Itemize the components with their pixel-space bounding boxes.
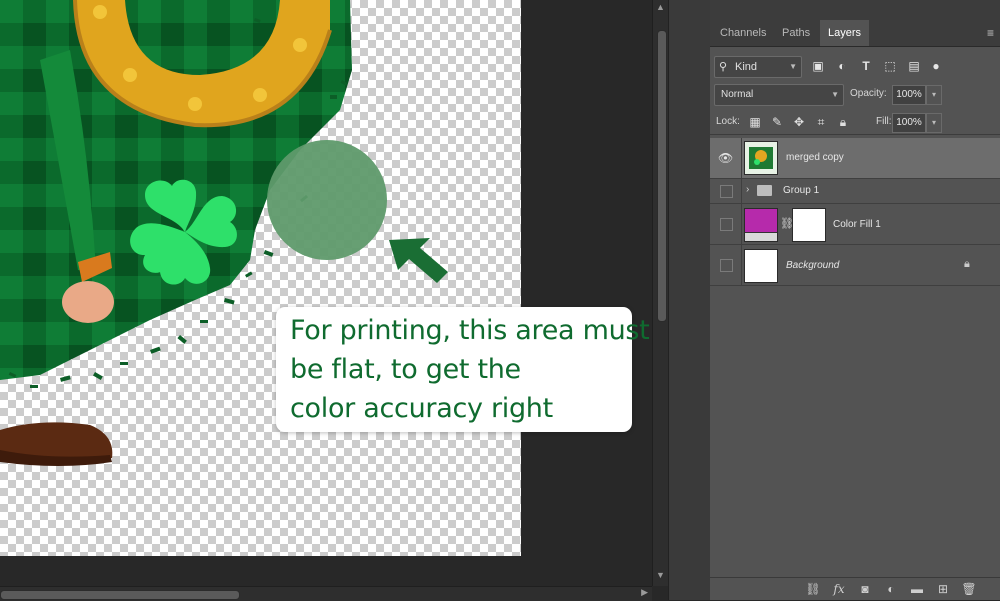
horizontal-scrollbar[interactable]: ▶ bbox=[0, 586, 652, 601]
layer-thumbnail bbox=[744, 141, 778, 175]
filter-kind-select[interactable]: ⚲ Kind ▼ bbox=[714, 56, 802, 78]
lock-all-icon[interactable]: 🔒︎ bbox=[836, 113, 850, 131]
flat-color-circle bbox=[267, 140, 387, 260]
fx-icon[interactable]: fx bbox=[830, 580, 848, 598]
vertical-scrollbar[interactable]: ▲ ▼ bbox=[652, 0, 669, 586]
lock-image-icon[interactable]: ✎ bbox=[770, 113, 784, 131]
add-mask-icon[interactable]: ◙ bbox=[856, 580, 874, 598]
layer-name: merged copy bbox=[786, 152, 844, 163]
blend-mode-select[interactable]: Normal ▼ bbox=[714, 84, 844, 106]
layer-row-color-fill-1[interactable]: ⛓︎ Color Fill 1 bbox=[710, 204, 1000, 245]
chevron-down-icon: ▼ bbox=[789, 62, 797, 71]
lock-transparency-icon[interactable]: ▦ bbox=[748, 113, 762, 131]
tab-layers[interactable]: Layers bbox=[820, 20, 870, 46]
new-layer-icon[interactable]: ⊞ bbox=[934, 580, 952, 598]
panel-dock-strip bbox=[668, 0, 711, 600]
trash-icon[interactable]: 🗑︎ bbox=[960, 580, 978, 598]
link-layers-icon[interactable]: ⛓︎ bbox=[804, 580, 822, 598]
filter-kind-label: Kind bbox=[735, 61, 758, 73]
adjustment-filter-icon[interactable]: ◐ bbox=[834, 57, 850, 75]
callout-line-3: color accuracy right bbox=[290, 393, 553, 424]
callout-line-2: be flat, to get the bbox=[290, 354, 521, 385]
fill-swatch-thumbnail[interactable] bbox=[744, 208, 778, 242]
folder-icon bbox=[757, 185, 772, 196]
layer-mask-thumbnail[interactable] bbox=[792, 208, 826, 242]
blend-mode-label: Normal bbox=[721, 89, 754, 100]
transparent-document[interactable] bbox=[0, 0, 521, 556]
layer-row-merged-copy[interactable]: 👁︎ merged copy bbox=[710, 138, 1000, 179]
pixel-filter-icon[interactable]: ▣ bbox=[810, 57, 826, 75]
shape-filter-icon[interactable]: ⬚ bbox=[882, 57, 898, 75]
panel-menu-icon[interactable]: ≡ bbox=[987, 26, 994, 40]
chevron-down-icon: ▼ bbox=[831, 90, 839, 99]
search-icon: ⚲ bbox=[719, 61, 728, 73]
lock-label: Lock: bbox=[716, 116, 740, 127]
layer-name: Color Fill 1 bbox=[833, 219, 881, 230]
type-filter-icon[interactable]: T bbox=[858, 57, 874, 75]
layers-footer-toolbar: ⛓︎ fx ◙ ◐ ▬ ⊞ 🗑︎ bbox=[710, 577, 1000, 600]
opacity-label: Opacity: bbox=[850, 88, 887, 99]
document-canvas[interactable]: For printing, this area must be flat, to… bbox=[0, 0, 652, 586]
fill-slider-toggle[interactable]: ▾ bbox=[926, 113, 942, 133]
layer-thumbnail bbox=[744, 249, 778, 283]
opacity-input[interactable]: 100% bbox=[892, 85, 926, 105]
visibility-toggle[interactable] bbox=[720, 185, 733, 198]
arrow-icon bbox=[389, 238, 448, 283]
layer-row-group-1[interactable]: › Group 1 bbox=[710, 179, 1000, 204]
chevron-right-icon[interactable]: › bbox=[746, 184, 749, 195]
filter-toggle-icon[interactable]: ● bbox=[928, 57, 944, 75]
horizontal-scroll-thumb[interactable] bbox=[0, 590, 240, 600]
lock-icon: 🔒︎ bbox=[964, 258, 970, 270]
artboard-icon[interactable]: ⌗ bbox=[814, 113, 828, 131]
eye-icon[interactable]: 👁︎ bbox=[718, 151, 733, 165]
smart-object-filter-icon[interactable]: ▤ bbox=[906, 57, 922, 75]
opacity-slider-toggle[interactable]: ▾ bbox=[926, 85, 942, 105]
layer-name: Group 1 bbox=[783, 185, 820, 196]
panel-tabs: Channels Paths Layers ≡ bbox=[710, 0, 1000, 47]
layer-row-background[interactable]: Background 🔒︎ bbox=[710, 245, 1000, 286]
scroll-down-icon[interactable]: ▼ bbox=[656, 570, 665, 580]
adjustment-layer-icon[interactable]: ◐ bbox=[882, 580, 900, 598]
fill-label: Fill: bbox=[876, 116, 892, 127]
scroll-up-icon[interactable]: ▲ bbox=[656, 2, 665, 12]
vertical-scroll-thumb[interactable] bbox=[657, 30, 667, 322]
new-group-icon[interactable]: ▬ bbox=[908, 580, 926, 598]
artwork bbox=[0, 0, 448, 466]
visibility-toggle[interactable] bbox=[720, 218, 733, 231]
scroll-right-icon[interactable]: ▶ bbox=[641, 587, 648, 598]
visibility-toggle[interactable] bbox=[720, 259, 733, 272]
tab-channels[interactable]: Channels bbox=[712, 20, 774, 46]
tab-paths[interactable]: Paths bbox=[774, 20, 818, 46]
lock-position-icon[interactable]: ✥ bbox=[792, 113, 806, 131]
layer-name: Background bbox=[786, 260, 840, 271]
layers-panel: Channels Paths Layers ≡ ⚲ Kind ▼ ▣ ◐ T ⬚… bbox=[710, 0, 1000, 600]
annotation-callout: For printing, this area must be flat, to… bbox=[276, 307, 650, 432]
fill-input[interactable]: 100% bbox=[892, 113, 926, 133]
callout-line-1: For printing, this area must bbox=[290, 315, 650, 346]
